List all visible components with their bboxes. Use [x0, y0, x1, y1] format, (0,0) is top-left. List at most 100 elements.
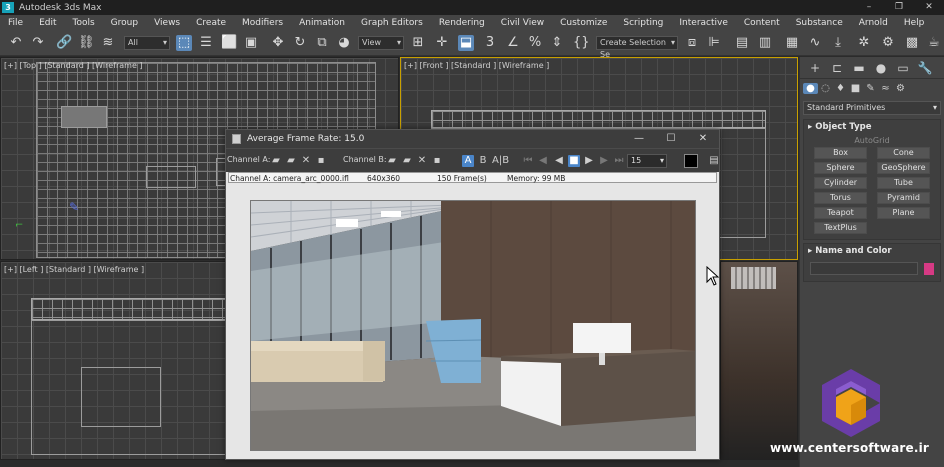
ribbon-icon[interactable]: ▦ [784, 35, 800, 51]
viewport-label-left[interactable]: [+] [Left ] [Standard ] [Wireframe ] [4, 265, 144, 274]
select-manipulate-icon[interactable]: ✛ [434, 35, 450, 51]
object-name-input[interactable] [810, 262, 918, 275]
menu-group[interactable]: Group [103, 18, 146, 28]
create-tab-icon[interactable]: + [804, 61, 826, 75]
snaps-icon[interactable]: 3 [482, 35, 498, 51]
menu-edit[interactable]: Edit [31, 18, 64, 28]
close-button[interactable]: ✕ [914, 0, 944, 15]
plane-button[interactable]: Plane [877, 207, 930, 219]
background-color-swatch[interactable] [684, 154, 698, 168]
material-editor-icon[interactable]: ✲ [856, 35, 872, 51]
menu-content[interactable]: Content [736, 18, 788, 28]
save-icon[interactable]: ▪ [315, 155, 327, 167]
object-type-header[interactable]: ▸ Object Type [804, 120, 940, 134]
bind-spacewarp-icon[interactable]: ≋ [100, 35, 116, 51]
clear-b-icon[interactable]: ✕ [416, 155, 428, 167]
frame-rate-dropdown[interactable]: 15 [627, 154, 667, 168]
keyboard-shortcut-override-icon[interactable]: ⬓ [458, 35, 474, 51]
frame-close-button[interactable]: ✕ [687, 130, 719, 148]
textplus-button[interactable]: TextPlus [814, 222, 867, 234]
spacewarps-icon[interactable]: ≈ [878, 83, 893, 94]
channel-b-toggle[interactable]: B [477, 155, 489, 167]
menu-graph-editors[interactable]: Graph Editors [353, 18, 431, 28]
rendered-frame-window-icon[interactable]: ▩ [904, 35, 920, 51]
open-sequence-icon[interactable]: ▰ [285, 155, 297, 167]
autogrid-checkbox[interactable]: AutoGrid [804, 134, 940, 147]
channel-a-toggle[interactable]: A [462, 155, 474, 167]
cameras-icon[interactable]: ■ [848, 83, 863, 94]
rect-selection-icon[interactable]: ⬜ [221, 35, 237, 51]
named-selection-dropdown[interactable]: Create Selection Se [596, 36, 678, 59]
primitive-type-dropdown[interactable]: Standard Primitives [803, 101, 941, 115]
options-icon[interactable]: ▤ [708, 155, 720, 167]
menu-interactive[interactable]: Interactive [671, 18, 735, 28]
move-icon[interactable]: ✥ [270, 35, 286, 51]
frame-maximize-button[interactable]: ☐ [655, 130, 687, 148]
align-icon[interactable]: ⊫ [706, 35, 722, 51]
spinner-snap-icon[interactable]: ⇕ [549, 35, 565, 51]
open-folder-icon[interactable]: ▰ [270, 155, 282, 167]
menu-arnold[interactable]: Arnold [851, 18, 896, 28]
unlink-icon[interactable]: ⛓ [78, 35, 95, 51]
menu-modifiers[interactable]: Modifiers [234, 18, 291, 28]
systems-icon[interactable]: ⚙ [893, 83, 908, 94]
curve-editor-icon[interactable]: ∿ [807, 35, 823, 51]
save-b-icon[interactable]: ▪ [431, 155, 443, 167]
menu-animation[interactable]: Animation [291, 18, 353, 28]
schematic-view-icon[interactable]: ⤓ [830, 35, 846, 51]
play-reverse-icon[interactable]: ◀ [553, 155, 565, 167]
first-frame-icon[interactable]: ⏮ [522, 155, 534, 167]
frame-minimize-button[interactable]: — [623, 130, 655, 148]
display-tab-icon[interactable]: ▭ [892, 61, 914, 75]
menu-tools[interactable]: Tools [65, 18, 103, 28]
hierarchy-tab-icon[interactable]: ▬ [848, 61, 870, 75]
angle-snap-icon[interactable]: ∠ [505, 35, 521, 51]
menu-substance[interactable]: Substance [788, 18, 851, 28]
mirror-icon[interactable]: ⧈ [684, 35, 700, 51]
undo-icon[interactable]: ↶ [8, 35, 24, 51]
link-icon[interactable]: 🔗 [56, 35, 72, 51]
cone-button[interactable]: Cone [877, 147, 930, 159]
menu-civil-view[interactable]: Civil View [493, 18, 552, 28]
menu-help[interactable]: Help [896, 18, 933, 28]
layer-explorer-icon[interactable]: ▥ [757, 35, 773, 51]
helpers-icon[interactable]: ✎ [863, 83, 878, 94]
object-color-swatch[interactable] [924, 262, 934, 275]
viewport-label-top[interactable]: [+] [Top ] [Standard ] [Wireframe ] [4, 61, 143, 70]
tube-button[interactable]: Tube [877, 177, 930, 189]
edit-named-selection-icon[interactable]: {} [573, 35, 590, 51]
geosphere-button[interactable]: GeoSphere [877, 162, 930, 174]
prev-frame-icon[interactable]: ◀ [537, 155, 549, 167]
camera-icon[interactable]: ✎ [69, 200, 79, 214]
box-button[interactable]: Box [814, 147, 867, 159]
stop-icon[interactable]: ■ [568, 155, 580, 167]
scene-explorer-icon[interactable]: ▤ [734, 35, 750, 51]
open-folder-b-icon[interactable]: ▰ [386, 155, 398, 167]
pyramid-button[interactable]: Pyramid [877, 192, 930, 204]
menu-customize[interactable]: Customize [552, 18, 615, 28]
menu-views[interactable]: Views [146, 18, 188, 28]
pivot-icon[interactable]: ⊞ [410, 35, 426, 51]
geometry-icon[interactable]: ● [803, 82, 818, 94]
play-icon[interactable]: ▶ [583, 155, 595, 167]
torus-button[interactable]: Torus [814, 192, 867, 204]
motion-tab-icon[interactable]: ● [870, 61, 892, 75]
teapot-button[interactable]: Teapot [814, 207, 867, 219]
app-logo-icon[interactable]: 3 [2, 2, 14, 13]
select-by-name-icon[interactable]: ☰ [198, 35, 214, 51]
shapes-icon[interactable]: ◌ [818, 83, 833, 94]
open-sequence-b-icon[interactable]: ▰ [401, 155, 413, 167]
utilities-tab-icon[interactable]: 🔧 [914, 61, 936, 75]
modify-tab-icon[interactable]: ⊏ [826, 61, 848, 75]
selection-filter-dropdown[interactable]: All [124, 36, 170, 50]
render-production-icon[interactable]: ☕ [926, 35, 942, 51]
window-crossing-icon[interactable]: ▣ [243, 35, 259, 51]
menu-create[interactable]: Create [188, 18, 234, 28]
lights-icon[interactable]: ♦ [833, 83, 848, 94]
next-frame-icon[interactable]: ▶ [598, 155, 610, 167]
reference-coord-dropdown[interactable]: View [358, 36, 404, 50]
menu-scripting[interactable]: Scripting [615, 18, 671, 28]
percent-snap-icon[interactable]: % [527, 35, 543, 51]
scale-icon[interactable]: ⧉ [314, 35, 330, 51]
menu-file[interactable]: File [0, 18, 31, 28]
